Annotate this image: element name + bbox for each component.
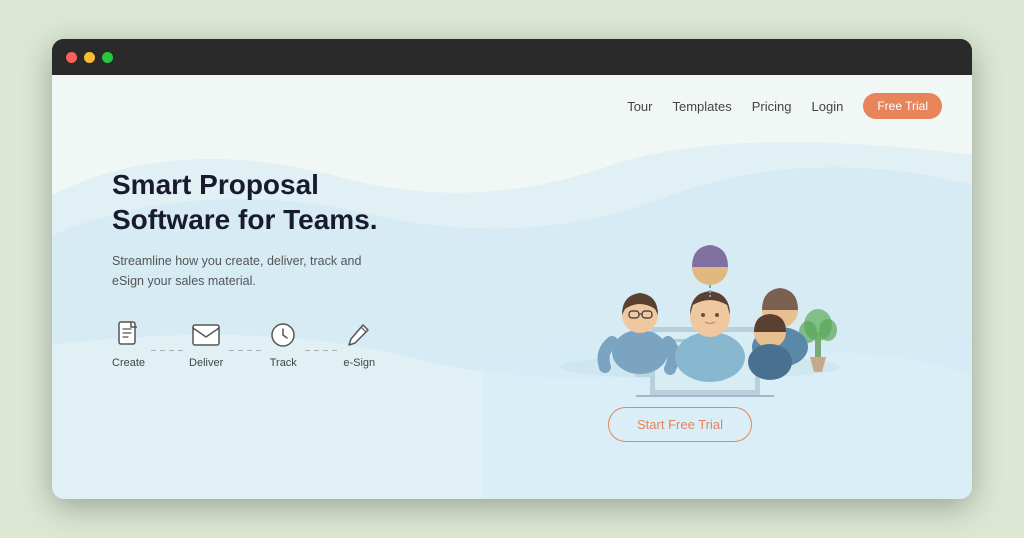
hero-subtitle: Streamline how you create, deliver, trac… <box>112 251 382 291</box>
nav-templates[interactable]: Templates <box>673 99 732 114</box>
step-esign: e-Sign <box>343 319 375 369</box>
team-illustration <box>510 157 850 397</box>
minimize-dot[interactable] <box>84 52 95 63</box>
step-create: Create <box>112 319 145 369</box>
nav-pricing[interactable]: Pricing <box>752 99 792 114</box>
right-section: Start Free Trial <box>448 157 912 442</box>
email-icon <box>190 319 222 351</box>
nav-login[interactable]: Login <box>812 99 844 114</box>
navbar: Tour Templates Pricing Login Free Trial <box>52 75 972 137</box>
document-icon <box>113 319 145 351</box>
browser-chrome <box>52 39 972 75</box>
start-free-trial-button[interactable]: Start Free Trial <box>608 407 752 442</box>
maximize-dot[interactable] <box>102 52 113 63</box>
cta-container: Start Free Trial <box>608 407 752 442</box>
steps-row: Create Deliver <box>112 319 448 369</box>
close-dot[interactable] <box>66 52 77 63</box>
nav-tour[interactable]: Tour <box>627 99 652 114</box>
create-label: Create <box>112 357 145 369</box>
step-deliver: Deliver <box>189 319 223 369</box>
main-content: Smart Proposal Software for Teams. Strea… <box>52 137 972 499</box>
track-label: Track <box>270 357 297 369</box>
illustration-container <box>510 157 850 397</box>
deliver-label: Deliver <box>189 357 223 369</box>
free-trial-button[interactable]: Free Trial <box>863 93 942 119</box>
esign-label: e-Sign <box>343 357 375 369</box>
dashes-1 <box>145 350 189 352</box>
step-track: Track <box>267 319 299 369</box>
hero-title: Smart Proposal Software for Teams. <box>112 167 448 237</box>
pen-icon <box>343 319 375 351</box>
browser-window: Tour Templates Pricing Login Free Trial … <box>52 39 972 499</box>
browser-content: Tour Templates Pricing Login Free Trial … <box>52 75 972 499</box>
dashes-2 <box>223 350 267 352</box>
dashes-3 <box>299 350 343 352</box>
left-section: Smart Proposal Software for Teams. Strea… <box>112 157 448 389</box>
clock-icon <box>267 319 299 351</box>
